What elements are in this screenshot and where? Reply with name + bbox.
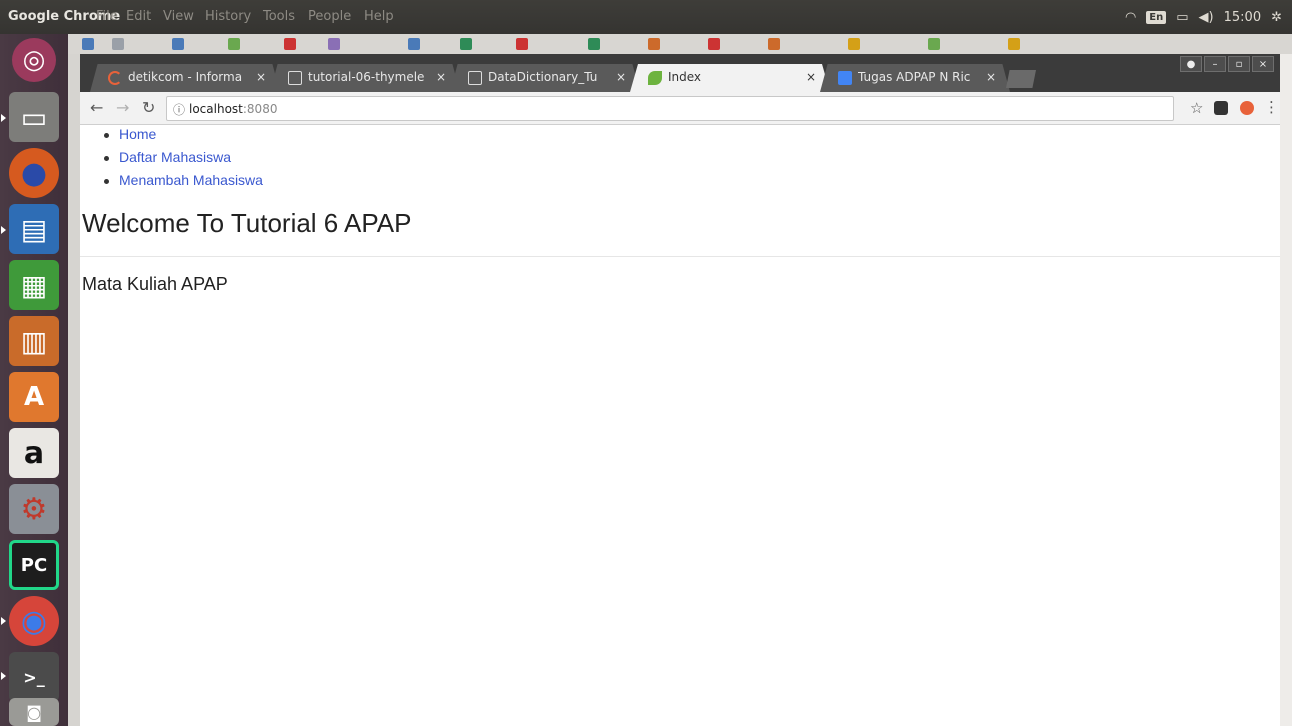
page-icon <box>288 71 302 85</box>
volume-icon[interactable]: ◀) <box>1199 10 1214 25</box>
close-icon[interactable]: × <box>436 70 446 84</box>
minimize-button[interactable]: – <box>1204 56 1226 72</box>
url-text: localhost:8080 <box>189 102 277 116</box>
tab-label: tutorial-06-thymele <box>308 70 425 84</box>
close-window-button[interactable]: × <box>1252 56 1274 72</box>
close-icon[interactable]: × <box>256 70 266 84</box>
software-center-icon[interactable]: A <box>9 372 59 422</box>
terminal-icon[interactable]: >_ <box>9 652 59 702</box>
back-arrow-icon[interactable]: ← <box>90 98 103 117</box>
files-icon[interactable]: ▭ <box>9 92 59 142</box>
tab-label: detikcom - Informa <box>128 70 243 84</box>
browser-toolbar: ← → ↻ ⓘ localhost:8080 ☆ ⋮ <box>80 92 1280 125</box>
running-indicator <box>1 114 6 122</box>
bookmark-star-icon[interactable]: ☆ <box>1190 99 1203 117</box>
reload-icon[interactable]: ↻ <box>142 98 155 117</box>
menu-view[interactable]: View <box>163 9 194 24</box>
browser-window: detikcom - Informa × tutorial-06-thymele… <box>80 54 1280 726</box>
running-indicator <box>1 617 6 625</box>
nav-item-daftar: Daftar Mahasiswa <box>102 149 263 172</box>
unity-launcher: ◎ ▭ ● ▤ ▦ ▥ A a ⚙ PC ◉ >_ ◙ <box>0 34 68 726</box>
tab-label: Tugas ADPAP N Ric <box>858 70 971 84</box>
spring-leaf-icon <box>648 71 662 85</box>
close-icon[interactable]: × <box>806 70 816 84</box>
tab-detikcom[interactable]: detikcom - Informa × <box>90 64 280 92</box>
system-settings-icon[interactable]: ⚙ <box>9 484 59 534</box>
menu-kebab-icon[interactable]: ⋮ <box>1264 98 1279 116</box>
window-controls: ● – ▫ × <box>1180 56 1274 72</box>
running-indicator <box>1 226 6 234</box>
nav-list: Home Daftar Mahasiswa Menambah Mahasiswa <box>102 126 263 195</box>
page-subtitle: Mata Kuliah APAP <box>82 274 228 294</box>
new-tab-button[interactable] <box>1006 70 1036 88</box>
nav-item-home: Home <box>102 126 263 149</box>
extension-icon[interactable] <box>1240 101 1254 115</box>
settings-gear-icon[interactable]: ✲ <box>1271 10 1282 25</box>
background-window-edge <box>68 54 80 726</box>
url-port: :8080 <box>242 102 278 116</box>
chrome-icon[interactable]: ◉ <box>9 596 59 646</box>
profile-icon[interactable]: ● <box>1180 56 1202 72</box>
background-ide-toolbar <box>68 34 1292 54</box>
extension-icon[interactable] <box>1214 101 1228 115</box>
tab-index[interactable]: Index × <box>630 64 830 92</box>
pycharm-icon[interactable]: PC <box>9 540 59 590</box>
running-indicator <box>1 672 6 680</box>
menu-people[interactable]: People <box>308 9 351 24</box>
page-heading: Welcome To Tutorial 6 APAP <box>82 208 412 238</box>
menu-file[interactable]: File <box>96 9 118 24</box>
battery-icon[interactable]: ▭ <box>1176 10 1188 25</box>
menu-history[interactable]: History <box>205 9 251 24</box>
maximize-button[interactable]: ▫ <box>1228 56 1250 72</box>
tab-tugas[interactable]: Tugas ADPAP N Ric × <box>820 64 1010 92</box>
top-panel: Google Chrome File Edit View History Too… <box>0 0 1292 34</box>
forward-arrow-icon[interactable]: → <box>116 98 129 117</box>
close-icon[interactable]: × <box>616 70 626 84</box>
menu-edit[interactable]: Edit <box>126 9 151 24</box>
disk-icon[interactable]: ◙ <box>9 698 59 726</box>
docs-icon <box>838 71 852 85</box>
tab-strip: detikcom - Informa × tutorial-06-thymele… <box>80 54 1280 92</box>
wifi-icon[interactable]: ◠ <box>1125 10 1136 25</box>
tab-label: Index <box>668 70 702 84</box>
divider <box>80 256 1280 257</box>
nav-item-menambah: Menambah Mahasiswa <box>102 172 263 195</box>
firefox-icon[interactable]: ● <box>9 148 59 198</box>
address-bar[interactable]: ⓘ localhost:8080 <box>166 96 1174 121</box>
page-icon <box>468 71 482 85</box>
keyboard-layout-indicator[interactable]: En <box>1146 10 1167 24</box>
loading-icon <box>108 71 122 85</box>
url-host: localhost <box>189 102 243 116</box>
menambah-mahasiswa-link[interactable]: Menambah Mahasiswa <box>119 172 263 188</box>
tab-tutorial[interactable]: tutorial-06-thymele × <box>270 64 460 92</box>
impress-icon[interactable]: ▥ <box>9 316 59 366</box>
writer-icon[interactable]: ▤ <box>9 204 59 254</box>
tab-label: DataDictionary_Tu <box>488 70 598 84</box>
page-content: Home Daftar Mahasiswa Menambah Mahasiswa… <box>80 126 1280 726</box>
info-icon[interactable]: ⓘ <box>173 101 185 118</box>
clock[interactable]: 15:00 <box>1224 10 1261 25</box>
menu-tools[interactable]: Tools <box>263 9 295 24</box>
home-link[interactable]: Home <box>119 126 156 142</box>
menu-help[interactable]: Help <box>364 9 394 24</box>
calc-icon[interactable]: ▦ <box>9 260 59 310</box>
daftar-mahasiswa-link[interactable]: Daftar Mahasiswa <box>119 149 231 165</box>
ubuntu-dash-icon[interactable]: ◎ <box>12 38 56 82</box>
close-icon[interactable]: × <box>986 70 996 84</box>
indicator-area: ◠ En ▭ ◀) 15:00 ✲ <box>1125 7 1282 27</box>
amazon-icon[interactable]: a <box>9 428 59 478</box>
tab-datadictionary[interactable]: DataDictionary_Tu × <box>450 64 640 92</box>
background-window-edge <box>1280 54 1292 726</box>
